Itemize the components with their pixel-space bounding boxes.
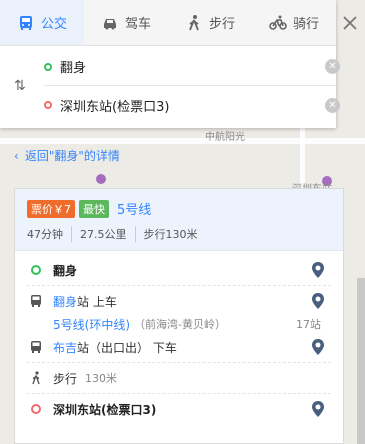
bus-icon <box>31 341 41 353</box>
line-full-name: 5号线(环中线) <box>53 317 130 332</box>
transport-mode-tabs: 公交 驾车 步行 骑行 <box>0 0 336 46</box>
locate-pin-icon[interactable] <box>311 292 325 310</box>
walk-distance: 130米 <box>85 372 118 385</box>
back-link-label: 返回"翻身"的详情 <box>24 149 120 163</box>
fastest-badge: 最快 <box>79 199 109 218</box>
destination-value: 深圳东站(检票口3) <box>60 99 170 115</box>
car-icon <box>103 18 116 29</box>
origin-value: 翻身 <box>60 61 87 76</box>
route-steps: 翻身 翻身站 上车 5号线(环中线) （前海湾-黄贝岭） 17站 布吉 站（出口出… <box>15 251 343 428</box>
scrollbar[interactable] <box>357 278 365 444</box>
clear-origin-icon[interactable]: ✕ <box>325 59 340 74</box>
walk-label: 步行 <box>53 371 78 386</box>
bus-icon <box>31 295 41 307</box>
distance: 27.5公里 <box>71 226 135 242</box>
divider <box>27 393 331 394</box>
bus-icon <box>19 15 32 30</box>
route-detail-card: 票价￥7 最快 5号线 47分钟 27.5公里 步行130米 翻身 翻身站 上车… <box>14 188 344 444</box>
close-icon[interactable] <box>341 14 359 32</box>
board-station[interactable]: 翻身 <box>53 293 77 310</box>
locate-pin-icon[interactable] <box>311 400 325 418</box>
line-direction: （前海湾-黄贝岭） <box>134 318 226 331</box>
chevron-left-icon: ‹ <box>14 149 19 163</box>
tab-bike[interactable]: 骑行 <box>252 0 336 45</box>
tab-label: 步行 <box>208 17 235 32</box>
step-walk: 步行 130米 <box>27 365 331 391</box>
clear-destination-icon[interactable]: ✕ <box>325 97 340 113</box>
tab-walk[interactable]: 步行 <box>168 0 252 45</box>
walk-icon <box>189 14 199 30</box>
step-alight: 布吉 站（出口出） 下车 <box>27 334 331 360</box>
start-dot-icon <box>31 265 41 275</box>
step-start: 翻身 <box>27 257 331 283</box>
step-line[interactable]: 5号线(环中线) （前海湾-黄贝岭） 17站 <box>27 314 331 334</box>
map-road <box>0 138 365 144</box>
map-poi-label: 中航阳光 <box>205 132 245 143</box>
step-board: 翻身站 上车 <box>27 288 331 314</box>
divider <box>27 362 331 363</box>
duration: 47分钟 <box>27 228 63 241</box>
tab-label: 骑行 <box>292 17 319 32</box>
swap-icon[interactable]: ⇅ <box>14 78 32 98</box>
price-badge: 票价￥7 <box>27 199 75 218</box>
tab-transit[interactable]: 公交 <box>0 0 84 45</box>
stop-count: 17站 <box>296 318 321 331</box>
line-name: 5号线 <box>117 203 152 218</box>
board-suffix: 站 上车 <box>77 294 117 309</box>
route-summary[interactable]: 票价￥7 最快 5号线 47分钟 27.5公里 步行130米 <box>15 189 343 251</box>
walk-distance: 步行130米 <box>134 226 206 242</box>
start-name: 翻身 <box>53 263 78 278</box>
origin-field[interactable]: 翻身 ✕ <box>44 48 340 86</box>
route-search-panel: 公交 驾车 步行 骑行 ⇅ 翻身 ✕ 深圳东站(检票口3) ✕ <box>0 0 340 128</box>
bike-icon <box>269 15 287 30</box>
destination-field[interactable]: 深圳东站(检票口3) ✕ <box>44 86 340 124</box>
alight-station[interactable]: 布吉 <box>53 339 77 356</box>
tab-label: 驾车 <box>124 17 151 32</box>
poi-marker[interactable] <box>96 174 106 184</box>
locate-pin-icon[interactable] <box>311 261 325 279</box>
back-to-details-link[interactable]: ‹ 返回"翻身"的详情 <box>14 147 120 164</box>
tab-label: 公交 <box>40 17 67 32</box>
alight-suffix: 站（出口出） 下车 <box>77 340 177 355</box>
walk-icon <box>32 371 40 385</box>
end-name: 深圳东站(检票口3) <box>53 402 157 417</box>
step-end: 深圳东站(检票口3) <box>27 396 331 422</box>
end-dot-icon <box>31 404 41 414</box>
divider <box>27 285 331 286</box>
tab-drive[interactable]: 驾车 <box>84 0 168 45</box>
origin-dot-icon <box>44 62 52 71</box>
destination-dot-icon <box>44 101 52 109</box>
locate-pin-icon[interactable] <box>311 338 325 356</box>
